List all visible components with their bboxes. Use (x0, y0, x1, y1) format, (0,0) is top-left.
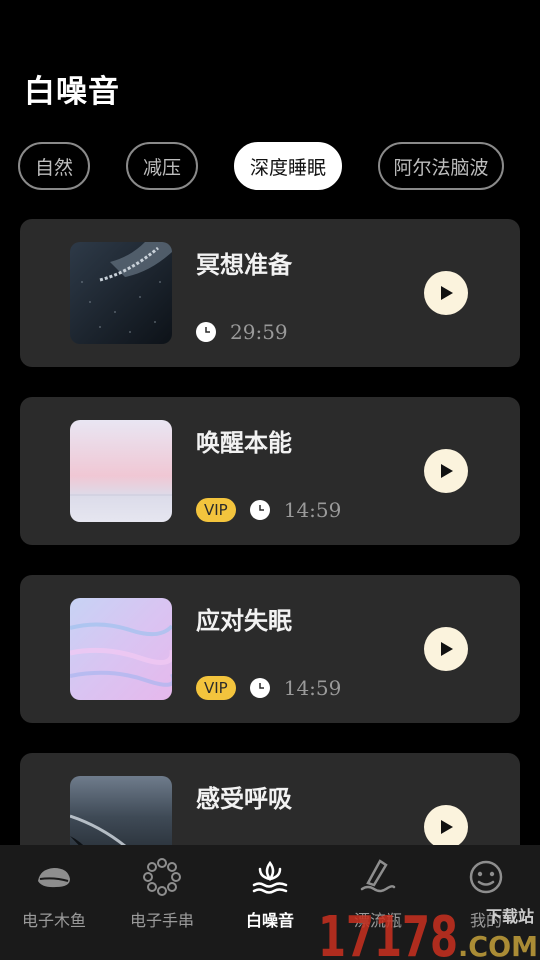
svg-text:17178: 17178 (318, 905, 458, 960)
clock-icon (249, 678, 270, 698)
lotus-water-icon (252, 860, 288, 894)
track-title: 感受呼吸 (196, 784, 292, 813)
nav-wooden-fish[interactable]: 电子木鱼 (0, 845, 108, 960)
bead-bracelet-icon (143, 858, 181, 896)
tab-deep-sleep[interactable]: 深度睡眠 (234, 142, 342, 190)
vip-badge: VIP (196, 498, 236, 522)
track-title: 冥想准备 (196, 250, 292, 279)
track-thumbnail (70, 420, 172, 522)
track-card[interactable]: 应对失眠 VIP 14:59 (20, 575, 520, 723)
nav-label: 电子手串 (129, 911, 194, 930)
site-watermark-logo: 17178 下载站 .COM (318, 905, 538, 960)
track-card[interactable]: 唤醒本能 VIP 14:59 (20, 397, 520, 545)
play-button[interactable] (424, 627, 468, 671)
play-icon (441, 642, 453, 656)
category-tabs: 自然 减压 深度睡眠 阿尔法脑波 (0, 142, 540, 194)
drift-bottle-icon (360, 859, 396, 893)
play-icon (441, 464, 453, 478)
play-button[interactable] (424, 271, 468, 315)
track-meta: VIP 14:59 (196, 497, 341, 523)
play-button[interactable] (424, 805, 468, 849)
tab-alpha-waves[interactable]: 阿尔法脑波 (378, 142, 504, 190)
track-meta: VIP 14:59 (196, 675, 341, 701)
tab-stress-relief[interactable]: 减压 (126, 142, 198, 190)
track-thumbnail (70, 598, 172, 700)
svg-text:下载站: 下载站 (486, 907, 534, 926)
page-title: 白噪音 (24, 74, 120, 110)
vip-badge: VIP (196, 676, 236, 700)
track-title: 应对失眠 (196, 606, 292, 635)
track-meta: 29:59 (196, 319, 288, 345)
tab-nature[interactable]: 自然 (18, 142, 90, 190)
clock-icon (249, 500, 270, 520)
clock-icon (196, 322, 216, 342)
nav-white-noise[interactable]: 白噪音 (216, 845, 324, 960)
play-icon (441, 820, 453, 834)
nav-bead-bracelet[interactable]: 电子手串 (108, 845, 216, 960)
wooden-fish-icon (38, 868, 70, 888)
play-button[interactable] (424, 449, 468, 493)
play-icon (441, 286, 453, 300)
track-title: 唤醒本能 (196, 428, 292, 457)
nav-label: 电子木鱼 (21, 911, 86, 930)
svg-text:.COM: .COM (458, 930, 538, 960)
smiley-face-icon (469, 860, 503, 894)
track-thumbnail (70, 242, 172, 344)
nav-label: 白噪音 (245, 911, 294, 930)
track-duration: 14:59 (283, 498, 342, 522)
track-duration: 14:59 (283, 676, 342, 700)
track-card[interactable]: 冥想准备 29:59 (20, 219, 520, 367)
track-duration: 29:59 (230, 320, 288, 344)
